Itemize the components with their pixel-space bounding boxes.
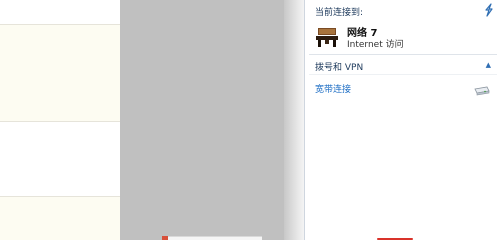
dialup-vpn-header: 拨号和 VPN [315,63,364,73]
divider-light [309,74,497,75]
content-panel [0,24,120,122]
network-bench-icon [316,28,338,47]
content-panel-lower [0,196,120,240]
current-connection-label: 当前连接到: [315,8,364,18]
taskbar-app-icon [162,236,168,240]
modem-icon [474,86,490,96]
desktop-background [120,0,284,240]
screen: 当前连接到: 网络 7 Internet 访问 拨号和 VPN ▲ 宽带连接 [0,0,500,240]
broadband-connection-link[interactable]: 宽带连接 [315,82,351,95]
flyout-shadow [284,0,304,240]
refresh-icon[interactable] [483,3,495,20]
network-access-status: Internet 访问 [347,40,404,50]
app-window-fragment [0,0,120,240]
network-flyout: 当前连接到: 网络 7 Internet 访问 拨号和 VPN ▲ 宽带连接 [304,0,500,240]
refresh-icon-glyph [485,3,493,17]
divider [309,54,497,55]
network-item[interactable]: 网络 7 Internet 访问 [313,22,493,52]
taskbar-item[interactable] [162,236,262,240]
chevron-up-icon[interactable]: ▲ [486,61,491,69]
